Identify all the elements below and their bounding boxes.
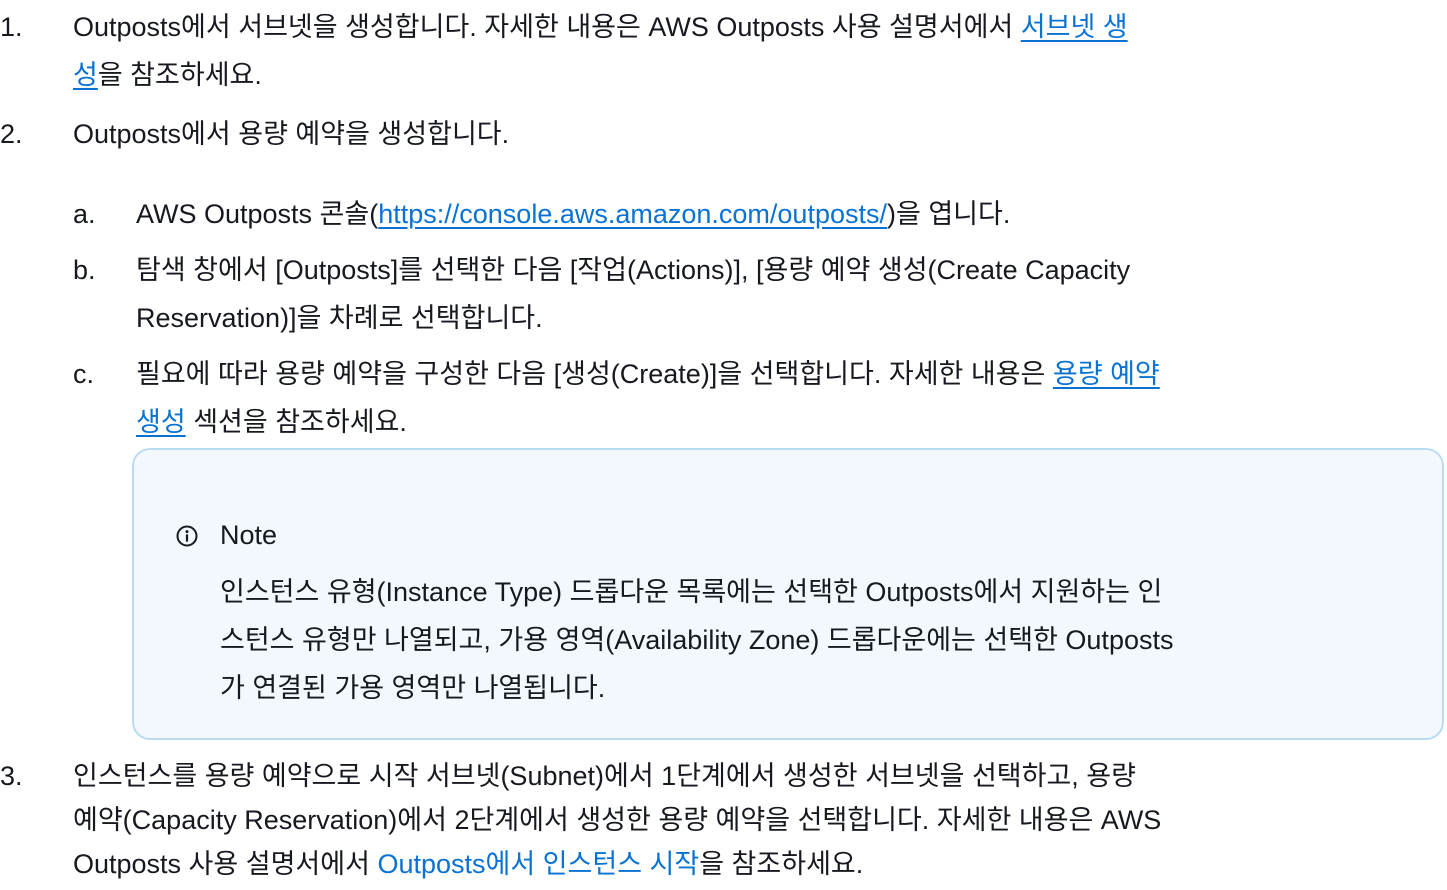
note-title: Note bbox=[220, 520, 278, 550]
substep-text-cont: 생성 섹션을 참조하세요. bbox=[136, 407, 407, 437]
step-number: 2. bbox=[0, 119, 23, 149]
substep-letter: c. bbox=[73, 359, 95, 389]
substep-text: 탐색 창에서 [Outposts]를 선택한 다음 [작업(Actions)],… bbox=[136, 255, 1131, 285]
step-text-cont: Outposts 사용 설명서에서 Outposts에서 인스턴스 시작을 참조… bbox=[73, 849, 864, 879]
info-icon bbox=[176, 525, 198, 547]
step-text: Outposts에서 서브넷을 생성합니다. 자세한 내용은 AWS Outpo… bbox=[73, 12, 1128, 42]
substep-text: AWS Outposts 콘솔(https://console.aws.amaz… bbox=[136, 199, 1011, 229]
create-subnet-link-cont[interactable]: 성 bbox=[73, 60, 98, 90]
note-line-3: 가 연결된 가용 영역만 나열됩니다. bbox=[220, 673, 606, 703]
launch-instance-on-outpost-link[interactable]: Outposts에서 인스턴스 시작 bbox=[377, 849, 699, 879]
step-text: 인스턴스를 용량 예약으로 시작 서브넷(Subnet)에서 1단계에서 생성한… bbox=[73, 761, 1136, 791]
document: 1. Outposts에서 서브넷을 생성합니다. 자세한 내용은 AWS Ou… bbox=[0, 0, 1447, 890]
substep-letter: b. bbox=[73, 255, 96, 285]
substep-letter: a. bbox=[73, 199, 96, 229]
outposts-console-link[interactable]: https://console.aws.amazon.com/outposts/ bbox=[378, 199, 887, 229]
substep-text: 필요에 따라 용량 예약을 구성한 다음 [생성(Create)]을 선택합니다… bbox=[136, 359, 1160, 389]
note-line-2: 스턴스 유형만 나열되고, 가용 영역(Availability Zone) 드… bbox=[220, 625, 1174, 655]
step-number: 1. bbox=[0, 12, 23, 42]
create-capacity-reservation-link-cont[interactable]: 생성 bbox=[136, 407, 186, 437]
step-text-cont: 예약(Capacity Reservation)에서 2단계에서 생성한 용량 … bbox=[73, 805, 1162, 835]
note-box: Note 인스턴스 유형(Instance Type) 드롭다운 목록에는 선택… bbox=[132, 448, 1444, 740]
note-line-1: 인스턴스 유형(Instance Type) 드롭다운 목록에는 선택한 Out… bbox=[220, 577, 1163, 607]
step-text-cont: 성을 참조하세요. bbox=[73, 60, 262, 90]
step-number: 3. bbox=[0, 761, 23, 791]
create-capacity-reservation-link[interactable]: 용량 예약 bbox=[1053, 359, 1160, 389]
create-subnet-link[interactable]: 서브넷 생 bbox=[1021, 12, 1128, 42]
step-text: Outposts에서 용량 예약을 생성합니다. bbox=[73, 119, 510, 149]
substep-text-cont: Reservation)]을 차례로 선택합니다. bbox=[136, 303, 543, 333]
